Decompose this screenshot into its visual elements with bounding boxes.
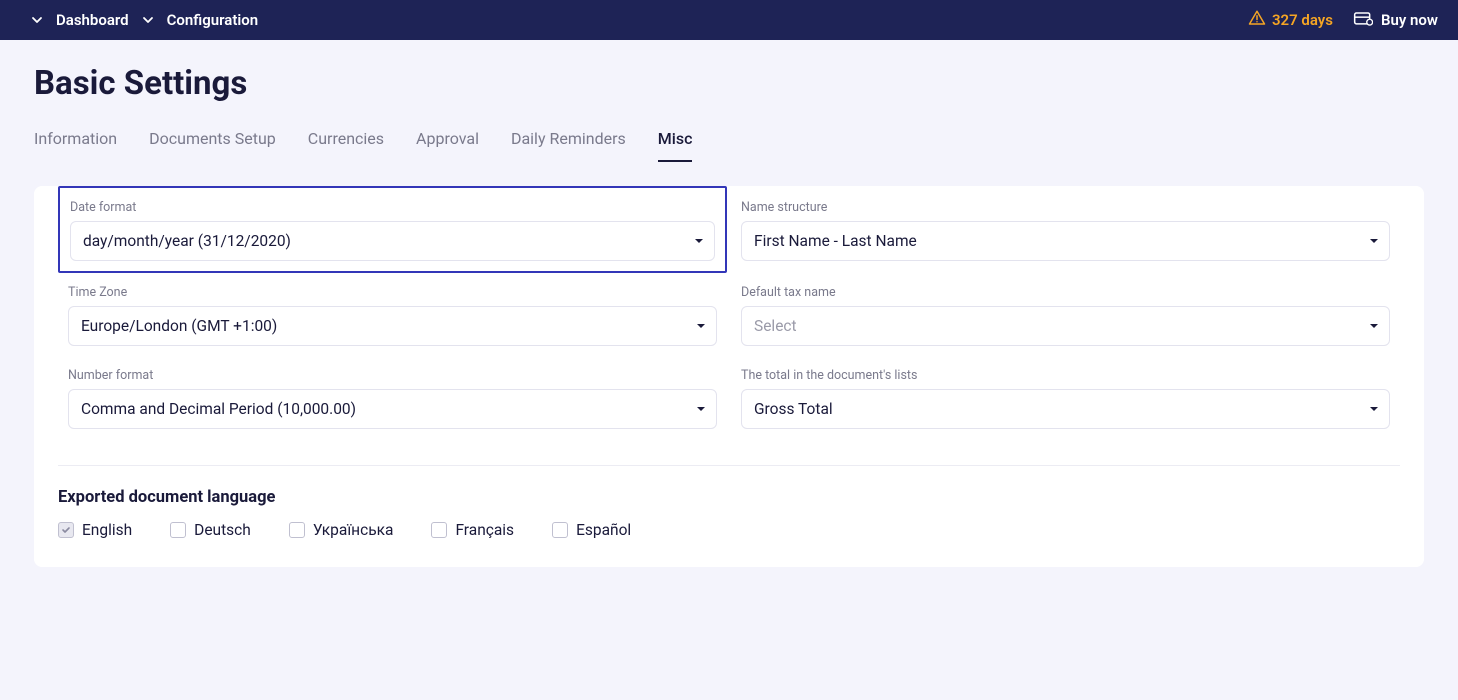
caret-down-icon bbox=[696, 400, 706, 418]
total-lists-select[interactable]: Gross Total bbox=[741, 389, 1390, 429]
date-format-field: Date format day/month/year (31/12/2020) bbox=[58, 186, 727, 273]
time-zone-select[interactable]: Europe/London (GMT +1:00) bbox=[68, 306, 717, 346]
caret-down-icon bbox=[1369, 232, 1379, 250]
number-format-select[interactable]: Comma and Decimal Period (10,000.00) bbox=[68, 389, 717, 429]
days-count: 327 days bbox=[1272, 11, 1333, 29]
date-format-label: Date format bbox=[70, 200, 715, 215]
name-structure-field: Name structure First Name - Last Name bbox=[731, 188, 1400, 273]
lang-ukrainian[interactable]: Українська bbox=[289, 521, 394, 539]
tab-daily-reminders[interactable]: Daily Reminders bbox=[511, 129, 626, 162]
export-language-title: Exported document language bbox=[58, 488, 1400, 507]
name-structure-label: Name structure bbox=[741, 200, 1390, 215]
page-title: Basic Settings bbox=[34, 64, 1424, 103]
time-zone-field: Time Zone Europe/London (GMT +1:00) bbox=[58, 273, 727, 356]
breadcrumb: Dashboard Configuration bbox=[30, 11, 258, 29]
lang-francais[interactable]: Français bbox=[431, 521, 514, 539]
total-lists-label: The total in the document's lists bbox=[741, 368, 1390, 383]
tabs: Information Documents Setup Currencies A… bbox=[34, 129, 1424, 162]
tab-documents-setup[interactable]: Documents Setup bbox=[149, 129, 276, 162]
settings-panel: Date format day/month/year (31/12/2020) … bbox=[34, 186, 1424, 567]
tab-approval[interactable]: Approval bbox=[416, 129, 479, 162]
chevron-down-icon[interactable] bbox=[30, 13, 44, 27]
buy-now-label: Buy now bbox=[1381, 11, 1438, 29]
lang-deutsch[interactable]: Deutsch bbox=[170, 521, 251, 539]
lang-label: Deutsch bbox=[194, 521, 251, 539]
checkbox-icon bbox=[289, 522, 305, 538]
card-icon bbox=[1353, 9, 1373, 31]
tab-misc[interactable]: Misc bbox=[658, 129, 693, 162]
caret-down-icon bbox=[696, 317, 706, 335]
total-lists-field: The total in the document's lists Gross … bbox=[731, 356, 1400, 439]
topbar-right: 327 days Buy now bbox=[1248, 9, 1438, 31]
default-tax-placeholder: Select bbox=[754, 317, 797, 335]
divider bbox=[58, 465, 1400, 466]
checkbox-icon bbox=[170, 522, 186, 538]
date-format-select[interactable]: day/month/year (31/12/2020) bbox=[70, 221, 715, 261]
trial-days-warning[interactable]: 327 days bbox=[1248, 9, 1333, 31]
default-tax-field: Default tax name Select bbox=[731, 273, 1400, 356]
time-zone-label: Time Zone bbox=[68, 285, 717, 300]
time-zone-value: Europe/London (GMT +1:00) bbox=[81, 317, 277, 335]
lang-label: Español bbox=[576, 521, 631, 539]
tab-information[interactable]: Information bbox=[34, 129, 117, 162]
lang-english[interactable]: English bbox=[58, 521, 132, 539]
lang-espanol[interactable]: Español bbox=[552, 521, 631, 539]
lang-label: English bbox=[82, 521, 132, 539]
caret-down-icon bbox=[694, 232, 704, 250]
total-lists-value: Gross Total bbox=[754, 400, 833, 418]
checkbox-icon bbox=[431, 522, 447, 538]
caret-down-icon bbox=[1369, 317, 1379, 335]
lang-label: Français bbox=[455, 521, 514, 539]
chevron-down-icon[interactable] bbox=[141, 13, 155, 27]
tab-currencies[interactable]: Currencies bbox=[308, 129, 384, 162]
language-row: English Deutsch Українська Français Espa… bbox=[58, 521, 1400, 539]
topbar: Dashboard Configuration 327 days Buy now bbox=[0, 0, 1458, 40]
breadcrumb-dashboard[interactable]: Dashboard bbox=[56, 11, 129, 29]
number-format-field: Number format Comma and Decimal Period (… bbox=[58, 356, 727, 439]
default-tax-label: Default tax name bbox=[741, 285, 1390, 300]
date-format-value: day/month/year (31/12/2020) bbox=[83, 232, 291, 250]
warning-icon bbox=[1248, 9, 1266, 31]
checkbox-icon bbox=[552, 522, 568, 538]
buy-now-button[interactable]: Buy now bbox=[1353, 9, 1438, 31]
default-tax-select[interactable]: Select bbox=[741, 306, 1390, 346]
number-format-label: Number format bbox=[68, 368, 717, 383]
content: Basic Settings Information Documents Set… bbox=[0, 40, 1458, 591]
caret-down-icon bbox=[1369, 400, 1379, 418]
lang-label: Українська bbox=[313, 521, 394, 539]
name-structure-value: First Name - Last Name bbox=[754, 232, 917, 250]
checkbox-icon bbox=[58, 522, 74, 538]
breadcrumb-configuration[interactable]: Configuration bbox=[167, 11, 259, 29]
number-format-value: Comma and Decimal Period (10,000.00) bbox=[81, 400, 356, 418]
name-structure-select[interactable]: First Name - Last Name bbox=[741, 221, 1390, 261]
